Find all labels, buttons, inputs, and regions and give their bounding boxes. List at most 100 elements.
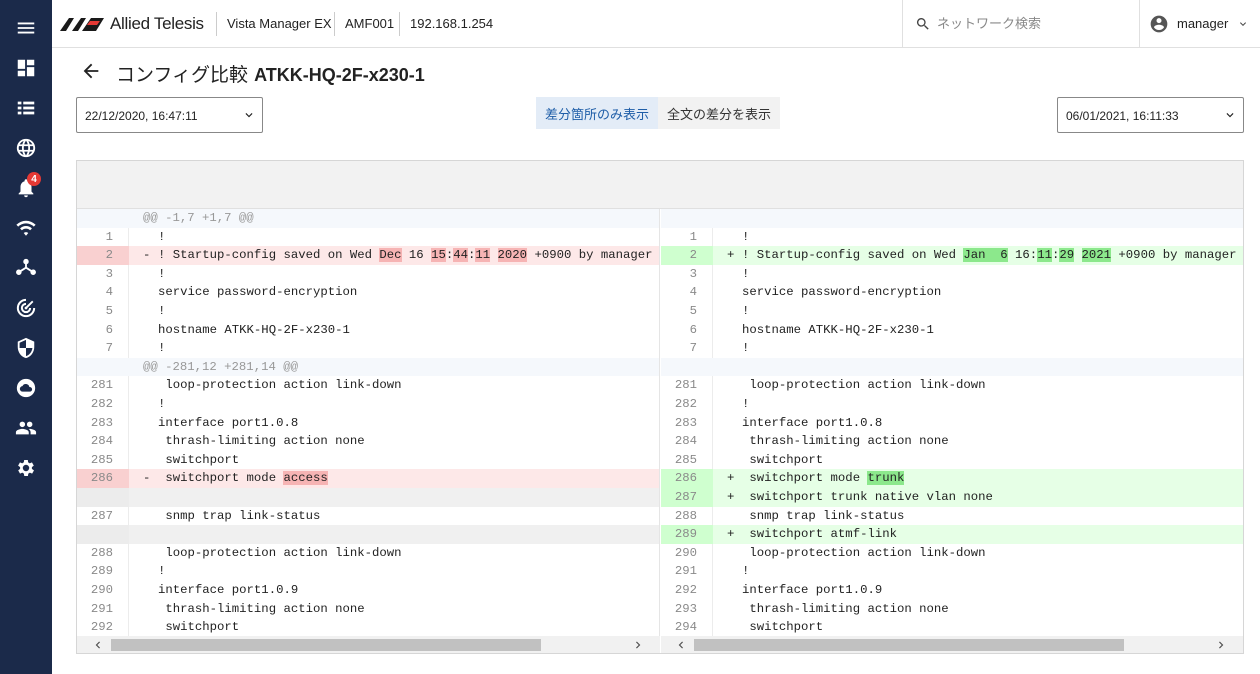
diff-line: 5! [661, 302, 1243, 321]
diff-line: 287 snmp trap link-status [77, 507, 659, 526]
line-number: 288 [674, 508, 697, 523]
line-number: 284 [674, 434, 697, 449]
line-number: 288 [90, 545, 113, 560]
right-horizontal-scrollbar[interactable] [661, 636, 1243, 653]
line-number: 294 [674, 620, 697, 635]
changed-token: 2021 [1081, 248, 1112, 263]
code-text: service password-encryption [158, 285, 358, 300]
right-date-value: 06/01/2021, 16:11:33 [1066, 109, 1179, 123]
diff-line: 292 interface port1.0.9 [661, 581, 1243, 600]
code-text: thrash-limiting action none [158, 601, 365, 616]
diff-sign: - [143, 248, 151, 263]
diff-line: 284 thrash-limiting action none [661, 432, 1243, 451]
diff-line: 294 switchport [661, 618, 1243, 636]
topology-icon[interactable] [0, 248, 52, 288]
page-title-device: ATKK-HQ-2F-x230-1 [254, 65, 425, 85]
code-text: ! [742, 229, 750, 244]
users-icon[interactable] [0, 408, 52, 448]
diff-line: 6 hostname ATKK-HQ-2F-x230-1 [661, 321, 1243, 340]
scroll-right-icon[interactable] [1214, 638, 1228, 652]
header-divider [399, 12, 400, 36]
code-text: loop-protection action link-down [158, 545, 402, 560]
code-text: service password-encryption [742, 285, 942, 300]
code-text: interface port1.0.9 [158, 583, 299, 597]
diff-line: 283 interface port1.0.8 [77, 414, 659, 433]
wifi-icon[interactable] [0, 208, 52, 248]
line-number: 290 [674, 545, 697, 560]
mode-full-button[interactable]: 全文の差分を表示 [658, 97, 781, 129]
header-divider [216, 12, 217, 36]
diff-line: 3! [661, 265, 1243, 284]
code-text: ! [158, 304, 166, 318]
changed-token: access [283, 471, 328, 486]
code-text: interface port1.0.8 [158, 415, 299, 430]
globe-icon[interactable] [0, 128, 52, 168]
diff-line: 2 + ! Startup-config saved on Wed Jan 6 16… [661, 246, 1243, 265]
diff-line: 290 interface port1.0.9 [77, 581, 659, 600]
diff-line: 285 switchport [77, 451, 659, 470]
code-text: @@ -1,7 +1,7 @@ [143, 211, 254, 225]
code-text: switchport [158, 452, 240, 467]
diff-line: 1! [77, 228, 659, 247]
brand-logo[interactable]: Allied Telesis [60, 14, 204, 34]
logo-mark-icon [60, 18, 104, 31]
code-text: switchport mode trunk [742, 471, 905, 486]
left-date-select[interactable]: 22/12/2020, 16:47:11 [76, 97, 263, 133]
scrollbar-thumb[interactable] [694, 639, 1124, 651]
chevron-down-icon [242, 108, 256, 127]
diff-sign: - [143, 471, 151, 486]
scroll-left-icon[interactable] [91, 638, 105, 652]
line-number: 5 [105, 304, 113, 318]
scroll-right-icon[interactable] [631, 638, 645, 652]
diff-line: 290 loop-protection action link-down [661, 544, 1243, 563]
code-text: hostname ATKK-HQ-2F-x230-1 [742, 322, 934, 337]
diff-line: 5! [77, 302, 659, 321]
line-number: 286 [90, 471, 113, 486]
network-search [902, 0, 1139, 47]
scrollbar-thumb[interactable] [111, 639, 541, 651]
code-text: ! Startup-config saved on Wed Dec 16 15:… [158, 248, 653, 263]
line-number: 285 [674, 452, 697, 467]
line-number: 5 [689, 304, 697, 318]
code-text: ! [158, 341, 166, 356]
changed-token: Dec [379, 248, 402, 263]
changed-token: 15 [431, 248, 446, 263]
shield-icon[interactable] [0, 328, 52, 368]
code-text: thrash-limiting action none [158, 434, 365, 449]
right-pane: 1! 2 +! Startup-config saved on Wed Jan 6 … [661, 209, 1243, 636]
diff-line: 289 + switchport atmf-link [661, 525, 1243, 544]
dashboard-icon[interactable] [0, 48, 52, 88]
scroll-left-icon[interactable] [674, 638, 688, 652]
username: manager [1177, 16, 1229, 31]
left-horizontal-scrollbar[interactable] [77, 636, 660, 653]
code-text: hostname ATKK-HQ-2F-x230-1 [158, 322, 350, 337]
line-number: 2 [105, 248, 113, 263]
code-text: ! [158, 229, 166, 244]
cloud-icon[interactable] [0, 368, 52, 408]
chevron-down-icon [1228, 18, 1249, 30]
diff-line: 282! [661, 395, 1243, 414]
changed-token: trunk [867, 471, 905, 486]
line-number: 2 [689, 248, 697, 263]
search-input[interactable] [937, 16, 1127, 31]
diff-line: 285 switchport [661, 451, 1243, 470]
diff-line: 2 -! Startup-config saved on Wed Dec 16 1… [77, 246, 659, 265]
line-number: 7 [105, 341, 113, 356]
code-text: snmp trap link-status [742, 508, 905, 523]
line-number: 290 [90, 583, 113, 597]
code-text: @@ -281,12 +281,14 @@ [143, 359, 298, 374]
line-number: 1 [105, 229, 113, 244]
mode-diff-only-button[interactable]: 差分箇所のみ表示 [536, 97, 659, 129]
hunk-header: @@ -1,7 +1,7 @@ [77, 209, 659, 228]
alert-icon[interactable]: 4 [0, 168, 52, 208]
top-bar: Allied Telesis Vista Manager EX AMF001 1… [52, 0, 1260, 48]
code-text: loop-protection action link-down [158, 378, 402, 393]
radar-icon[interactable] [0, 288, 52, 328]
menu-icon[interactable] [0, 8, 52, 48]
user-menu[interactable]: manager [1139, 0, 1260, 47]
right-date-select[interactable]: 06/01/2021, 16:11:33 [1057, 97, 1244, 133]
code-text: snmp trap link-status [158, 508, 321, 523]
list-icon[interactable] [0, 88, 52, 128]
back-arrow-icon[interactable] [80, 60, 104, 82]
settings-icon[interactable] [0, 448, 52, 488]
